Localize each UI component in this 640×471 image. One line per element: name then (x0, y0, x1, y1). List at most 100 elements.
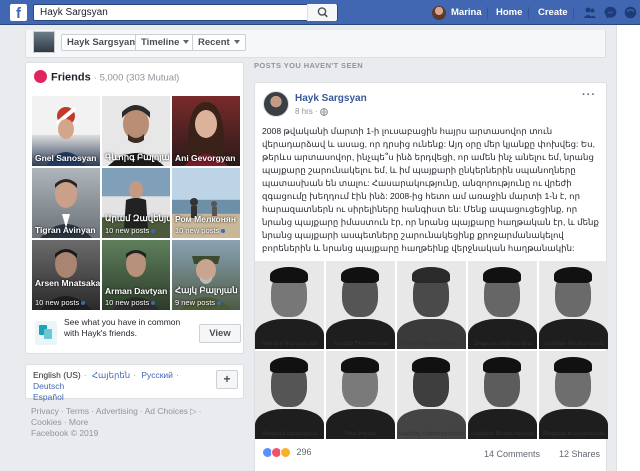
view-common-button[interactable]: View (199, 324, 241, 343)
friend-tile[interactable]: Ani Gevorgyan (172, 96, 240, 166)
portrait-photo: Համլետ Թադևոսյանը (468, 351, 537, 439)
messenger-icon[interactable] (604, 6, 617, 19)
friends-header[interactable]: Friends · 5,000 (303 Mutual) (34, 70, 180, 84)
nav-divider (487, 7, 488, 19)
unread-dot-icon (221, 229, 226, 234)
footer-link[interactable]: Advertising (96, 406, 138, 416)
friends-count: · 5,000 (303 Mutual) (93, 72, 180, 84)
search-button[interactable] (307, 4, 337, 21)
common-friends-prompt: See what you have in common with Hayk's … (32, 317, 242, 353)
photo-caption: Համլետ Թադևոսյանը (470, 431, 535, 437)
post-text: 2008 թվականի մարտի 1-ի լուսաբացին հայրս … (262, 126, 599, 253)
portrait-photo: Տիգրան Խաչատրյան (539, 351, 608, 439)
friend-name: Tigran Avinyan (35, 225, 96, 235)
photo-caption: Գրիգոր Գևորգյանի (261, 341, 318, 347)
friend-new-posts-label: 10 new posts (35, 298, 80, 307)
post-stats: 296 14 Comments 12 Shares (262, 447, 602, 465)
friend-name: Արամ Զավենյան (105, 213, 170, 223)
home-link[interactable]: Home (496, 0, 522, 25)
friend-new-posts: 10 new posts (105, 298, 156, 307)
language-link[interactable]: Русский (141, 370, 173, 380)
shares-count[interactable]: 12 Shares (559, 449, 600, 459)
timeline-dropdown[interactable]: Timeline (135, 34, 196, 51)
language-links: English (US) · Հայերեն · Русский · Deutsch … (33, 370, 179, 402)
photo-caption: Գոռ Քոչար (344, 431, 377, 437)
friend-new-posts-label: 10 new posts (175, 226, 220, 235)
copyright: Facebook © 2019 (31, 428, 99, 438)
friend-tile[interactable]: Gnel Sanosyan (32, 96, 100, 166)
post-photo[interactable]: Գրիգոր Գևորգյանի Դավիթ Պետրոսյան Արմեն Ֆ… (255, 261, 608, 439)
reactions-count[interactable]: 296 (297, 447, 312, 457)
post-author-name[interactable]: Hayk Sargsyan (295, 93, 367, 104)
language-link[interactable]: Español (33, 392, 64, 402)
friend-tile[interactable]: Հայկ Բալոյան 9 new posts (172, 240, 240, 310)
comments-count[interactable]: 14 Comments (484, 449, 540, 459)
nav-divider (528, 7, 529, 19)
photo-caption: Տիգրան Խաչատրյան (542, 431, 605, 437)
profile-subnav-bar: Hayk Sargsyan Timeline Recent (25, 30, 606, 58)
profile-name-button[interactable]: Hayk Sargsyan (61, 34, 142, 51)
footer-link[interactable]: Ad Choices (145, 406, 188, 416)
footer-link[interactable]: More (69, 417, 88, 427)
unread-dot-icon (151, 301, 156, 306)
chevron-down-icon (183, 40, 190, 45)
notifications-icon[interactable] (624, 6, 637, 19)
friend-tile[interactable]: Arsen Mnatsakanyan 10 new posts (32, 240, 100, 310)
friend-tile[interactable]: Արամ Զավենյան 10 new posts (102, 168, 170, 238)
facebook-logo[interactable]: f (10, 4, 27, 22)
portrait-photo: Սամվել Հարությունյան (397, 351, 466, 439)
friend-tile[interactable]: Tigran Avinyan (32, 168, 100, 238)
language-link[interactable]: Deutsch (33, 381, 64, 391)
timeline-label: Timeline (141, 37, 180, 48)
profile-name-label: Hayk Sargsyan (67, 37, 136, 48)
sad-reaction-icon (280, 447, 291, 459)
friend-name: Arsen Mnatsakanyan (35, 278, 100, 288)
user-profile-link[interactable]: Marina (451, 0, 482, 25)
post-meta: 8 hrs · (295, 107, 328, 116)
friend-name: Arman Davtyan (105, 286, 168, 296)
profile-thumbnail[interactable] (33, 31, 55, 53)
portrait-photo: Համլետ Թադևոսյան (539, 261, 608, 349)
footer-link[interactable]: Cookies (31, 417, 62, 427)
nav-divider (573, 7, 574, 19)
friend-tile[interactable]: Arman Davtyan 10 new posts (102, 240, 170, 310)
footer-links: Privacy · Terms · Advertising · Ad Choices ▷… (31, 406, 202, 438)
post-author-avatar[interactable] (263, 91, 289, 117)
post-options-button[interactable]: ··· (582, 89, 596, 101)
friend-new-posts-label: 10 new posts (105, 298, 150, 307)
portrait-photo: Տիգրան Աբգարյան (255, 351, 324, 439)
friend-new-posts: 9 new posts (175, 298, 222, 307)
common-friends-text: See what you have in common with Hayk's … (64, 317, 181, 338)
friend-name: Gnel Sanosyan (35, 153, 97, 163)
globe-icon (320, 107, 328, 116)
friends-icon (34, 70, 47, 83)
friends-card: Friends · 5,000 (303 Mutual) Gnel Sanosy… (25, 62, 244, 354)
photo-caption: Համլետ Թադևոսյան (543, 341, 604, 347)
unread-dot-icon (217, 301, 222, 306)
friend-new-posts-label: 10 new posts (105, 226, 150, 235)
search-input[interactable] (34, 5, 314, 20)
create-link[interactable]: Create (538, 0, 568, 25)
add-language-button[interactable]: + (216, 370, 238, 389)
friend-requests-icon[interactable] (583, 6, 596, 19)
friend-tile[interactable]: Ром Мелконян 10 new posts (172, 168, 240, 238)
portrait-photo: Զաքար Հովհաննիս (468, 261, 537, 349)
photo-caption: Զաքար Հովհաննիս (473, 341, 532, 347)
recent-dropdown[interactable]: Recent (192, 34, 246, 51)
language-link[interactable]: Հայերեն (92, 370, 130, 380)
chevron-down-icon (233, 40, 240, 45)
portrait-photo: Գրիգոր Գևորգյանի (255, 261, 324, 349)
friend-new-posts-label: 9 new posts (175, 298, 216, 307)
photo-caption: Դավիթ Պետրոսյան (332, 341, 389, 347)
friend-name: Հայկ Բալոյան (175, 285, 238, 295)
friend-tile[interactable]: Գևորգ Բալոյան (102, 96, 170, 166)
friends-common-icon (35, 321, 57, 345)
language-selector: English (US) · Հայերեն · Русский · Deutsch … (25, 364, 244, 402)
friend-new-posts: 10 new posts (35, 298, 86, 307)
language-current[interactable]: English (US) (33, 370, 81, 380)
footer-link[interactable]: Terms (66, 406, 89, 416)
post-time[interactable]: 8 hrs · (295, 107, 320, 116)
user-avatar[interactable] (432, 6, 446, 20)
footer-link[interactable]: Privacy (31, 406, 59, 416)
friends-title: Friends (51, 71, 91, 84)
